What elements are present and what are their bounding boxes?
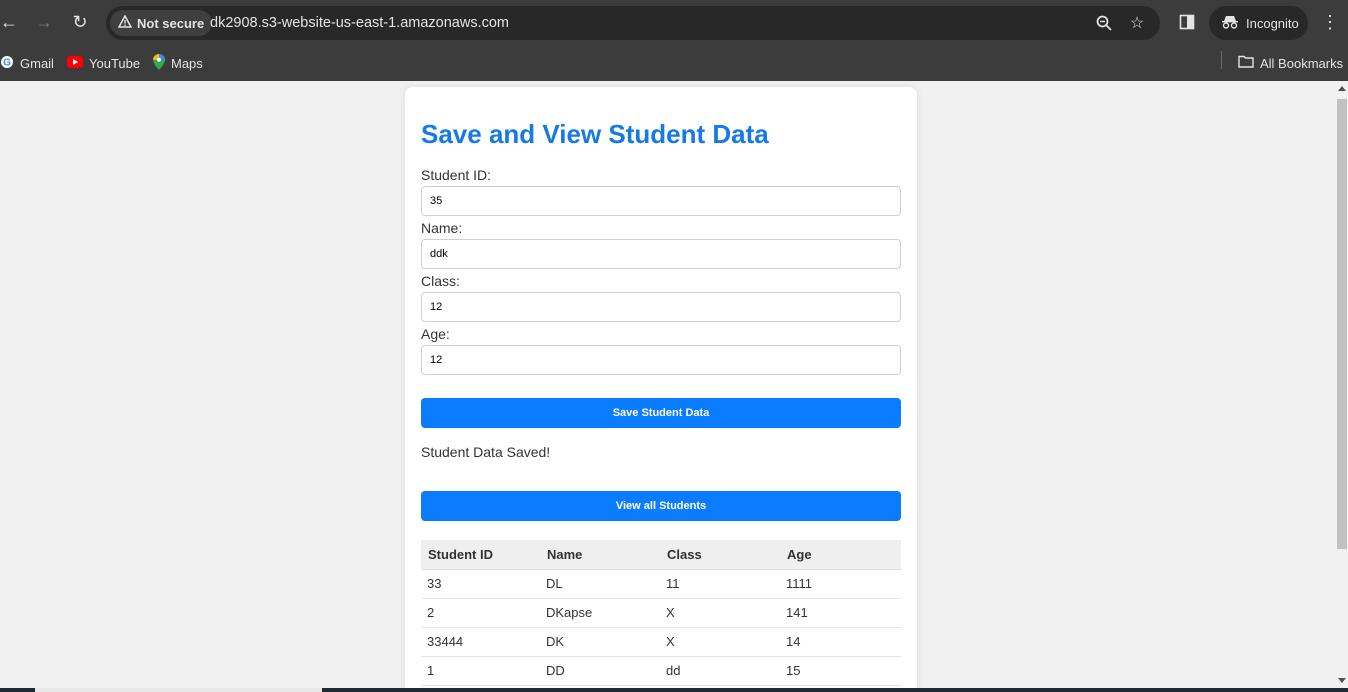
column-header: Age [780, 540, 901, 570]
security-label: Not secure [137, 15, 205, 31]
svg-text:G: G [3, 57, 11, 68]
all-bookmarks-label: All Bookmarks [1260, 55, 1344, 71]
column-header: Class [660, 540, 780, 570]
folder-icon [1238, 55, 1254, 71]
table-row: 33444 DK X 14 [421, 627, 901, 657]
bookmark-label: Gmail [20, 55, 54, 71]
reload-icon[interactable]: ↻ [66, 8, 94, 36]
table-cell: 141 [780, 598, 901, 628]
table-cell: DL [540, 569, 660, 599]
column-header: Student ID [421, 540, 540, 570]
table-cell: X [660, 598, 780, 628]
scroll-down-arrow-icon[interactable] [1338, 678, 1346, 683]
table-cell: dd [660, 656, 780, 686]
page-title: Save and View Student Data [421, 119, 769, 149]
table-cell: 11 [660, 569, 780, 599]
table-row: 1 DD dd 15 [421, 656, 901, 686]
name-label: Name: [421, 220, 463, 236]
taskbar-active-segment [35, 688, 322, 692]
all-bookmarks[interactable]: All Bookmarks [1238, 45, 1343, 81]
class-input[interactable] [421, 292, 901, 322]
student-id-label: Student ID: [421, 167, 492, 183]
age-input[interactable] [421, 345, 901, 375]
bookmark-maps[interactable]: Maps [153, 45, 203, 81]
address-bar[interactable]: Not secure dk2908.s3-website-us-east-1.a… [106, 6, 1160, 40]
forward-arrow-icon[interactable]: → [30, 8, 58, 36]
age-label: Age: [421, 326, 450, 342]
zoom-icon[interactable] [1094, 13, 1114, 33]
side-panel-icon[interactable] [1173, 8, 1201, 36]
warning-triangle-icon [117, 14, 133, 31]
table-cell: 33 [421, 569, 540, 599]
status-message: Student Data Saved! [421, 444, 551, 460]
incognito-chip[interactable]: Incognito [1209, 6, 1308, 40]
bookmark-label: YouTube [89, 55, 141, 71]
scrollbar-thumb[interactable] [1337, 99, 1347, 549]
table-row: 2 DKapse X 141 [421, 598, 901, 628]
class-label: Class: [421, 273, 460, 289]
name-input[interactable] [421, 239, 901, 269]
table-cell: DKapse [540, 598, 660, 628]
table-cell: 15 [780, 656, 901, 686]
table-cell: 2 [421, 598, 540, 628]
taskbar-edge [0, 688, 1348, 692]
student-card: Save and View Student Data Student ID: N… [405, 87, 917, 692]
bookmark-star-icon[interactable]: ☆ [1127, 13, 1147, 33]
table-cell: DK [540, 627, 660, 657]
table-cell: 1111 [780, 569, 901, 599]
column-header: Name [540, 540, 660, 570]
google-icon: G [0, 55, 14, 72]
incognito-label: Incognito [1246, 15, 1299, 31]
table-cell: DD [540, 656, 660, 686]
back-arrow-icon[interactable]: ← [0, 8, 23, 36]
incognito-icon [1221, 15, 1239, 32]
table-row: 33 DL 11 1111 [421, 569, 901, 599]
bookmark-label: Maps [171, 55, 203, 71]
security-chip[interactable]: Not secure [110, 10, 213, 36]
menu-kebab-icon[interactable]: ⋮ [1316, 8, 1344, 36]
bookmark-youtube[interactable]: YouTube [67, 45, 140, 81]
table-cell: 1 [421, 656, 540, 686]
scroll-up-arrow-icon[interactable] [1338, 86, 1346, 91]
view-students-button[interactable]: View all Students [421, 491, 901, 521]
save-student-button[interactable]: Save Student Data [421, 398, 901, 428]
table-cell: X [660, 627, 780, 657]
bookmarks-bar: G Gmail YouTube Maps All Bookmarks [0, 45, 1348, 81]
maps-icon [153, 53, 165, 73]
bookmarks-divider [1221, 51, 1222, 69]
browser-toolbar: ← → ↻ Not secure dk2908.s3-website-us-ea… [0, 0, 1348, 45]
table-cell: 33444 [421, 627, 540, 657]
url-text[interactable]: dk2908.s3-website-us-east-1.amazonaws.co… [210, 6, 509, 40]
student-id-input[interactable] [421, 186, 901, 216]
bookmark-gmail[interactable]: G Gmail [0, 45, 54, 81]
table-header-row: Student ID Name Class Age [421, 540, 901, 570]
table-cell: 14 [780, 627, 901, 657]
youtube-icon [67, 55, 83, 71]
students-table: Student ID Name Class Age 33 DL 11 1111 … [421, 540, 901, 686]
